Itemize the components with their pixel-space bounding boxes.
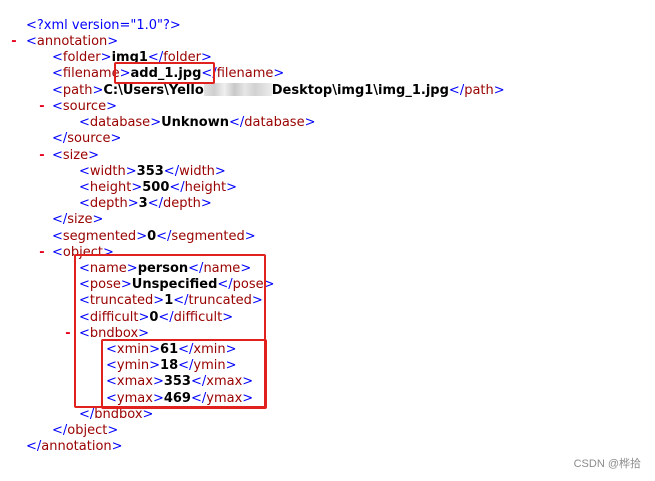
collapse-source-toggle[interactable]: - xyxy=(38,99,48,115)
depth-value: 3 xyxy=(138,196,148,211)
path-value-end: Desktop\img1\img_1.jpg xyxy=(271,83,449,98)
collapse-object-toggle[interactable]: - xyxy=(38,245,48,261)
redacted-blur xyxy=(203,83,272,96)
size-close-tag: </size> xyxy=(52,212,104,227)
collapse-size-toggle[interactable]: - xyxy=(38,148,48,164)
database-value: Unknown xyxy=(161,115,230,130)
height-element: <height>500</height> xyxy=(79,180,238,195)
collapse-annotation-toggle[interactable]: - xyxy=(10,34,20,50)
path-value-start: C:\Users\Yello xyxy=(103,83,204,98)
filename-highlight-box xyxy=(114,62,215,84)
object-close-tag: </object> xyxy=(52,423,119,438)
source-close-tag: </source> xyxy=(52,131,122,146)
size-open-tag: <size> xyxy=(52,148,100,163)
path-element: <path>C:\Users\Yello Desktop\img1\img_1.j… xyxy=(52,83,505,98)
bndbox-close-tag: </bndbox> xyxy=(79,407,154,422)
width-value: 353 xyxy=(136,164,164,179)
database-element: <database>Unknown</database> xyxy=(79,115,316,130)
xml-declaration: <?xml version="1.0"?> xyxy=(26,18,181,33)
depth-element: <depth>3</depth> xyxy=(79,196,212,211)
collapse-bndbox-toggle[interactable]: - xyxy=(64,326,74,342)
segmented-element: <segmented>0</segmented> xyxy=(52,229,256,244)
annotation-close-tag: </annotation> xyxy=(26,439,123,454)
source-open-tag: <source> xyxy=(52,99,117,114)
csdn-watermark: CSDN @桦拾 xyxy=(573,458,641,470)
height-value: 500 xyxy=(142,180,170,195)
segmented-value: 0 xyxy=(147,229,157,244)
bndbox-highlight-box xyxy=(101,339,267,409)
width-element: <width>353</width> xyxy=(79,164,226,179)
annotation-open-tag: <annotation> xyxy=(26,34,119,49)
